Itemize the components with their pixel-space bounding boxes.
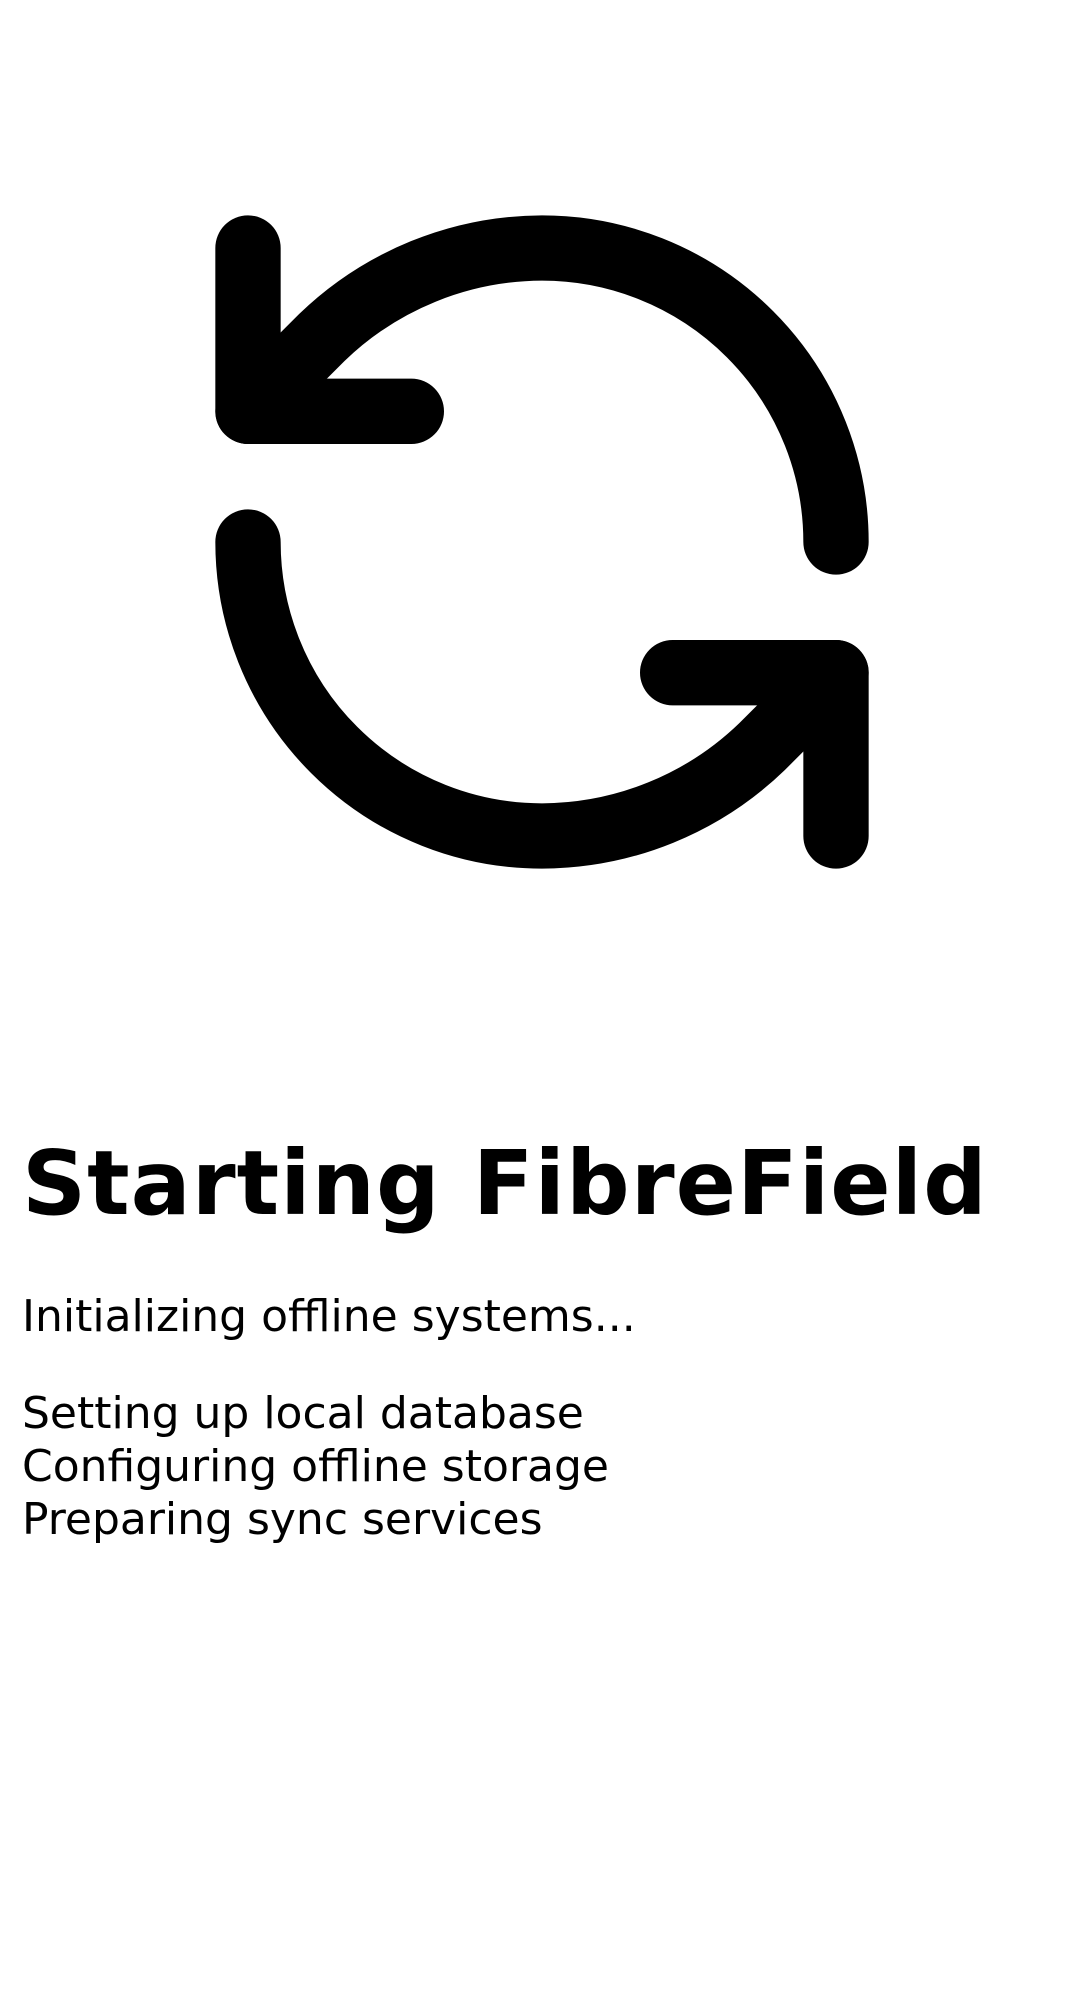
step-offline-storage: Configuring offline storage [22, 1441, 609, 1492]
setup-steps-list: Setting up local database Configuring of… [22, 1387, 609, 1546]
page-title: Starting FibreField [22, 1131, 988, 1235]
refresh-sync-icon [150, 150, 934, 934]
step-sync-services: Preparing sync services [22, 1494, 543, 1545]
step-local-database: Setting up local database [22, 1388, 584, 1439]
status-text: Initializing offline systems... [22, 1291, 636, 1342]
